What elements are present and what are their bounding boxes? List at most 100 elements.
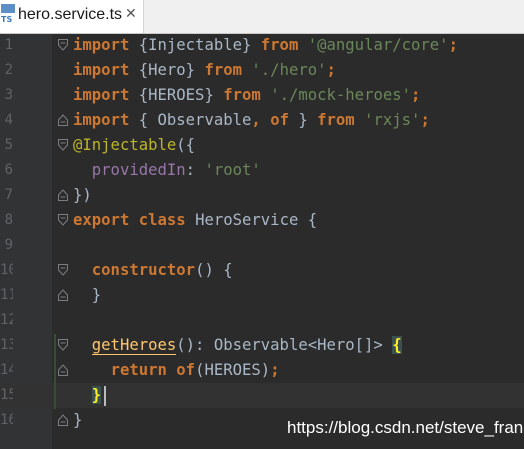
line-number: 3 bbox=[4, 87, 13, 103]
code-line[interactable]: 3 import {HEROES} from './mock-heroes'; bbox=[0, 83, 524, 108]
code-token: : bbox=[185, 161, 205, 179]
fold-open-icon[interactable] bbox=[58, 264, 68, 276]
code-token: 'rxjs' bbox=[364, 111, 421, 129]
code-line[interactable]: 13 getHeroes(): Observable<Hero[]> { bbox=[0, 333, 524, 358]
code-token: of bbox=[270, 111, 289, 129]
code-line[interactable]: 12 bbox=[0, 308, 524, 333]
code-editor[interactable]: 1 import {Injectable} from '@angular/core… bbox=[0, 34, 524, 449]
code-line[interactable]: 7}) bbox=[0, 183, 524, 208]
fold-close-icon[interactable] bbox=[58, 414, 68, 426]
code-line[interactable]: 10 constructor() { bbox=[0, 258, 524, 283]
code-token: import bbox=[73, 61, 130, 79]
change-marker bbox=[54, 334, 56, 409]
fold-close-icon[interactable] bbox=[58, 289, 68, 301]
code-line[interactable]: 14 return of(HEROES); bbox=[0, 358, 524, 383]
code-token: 'root' bbox=[204, 161, 261, 179]
code-token: } bbox=[73, 286, 102, 304]
code-line[interactable]: 11 } bbox=[0, 283, 524, 308]
code-token: ({ bbox=[176, 136, 196, 154]
code-token: from bbox=[204, 61, 243, 79]
code-token: '@angular/core' bbox=[307, 36, 449, 54]
code-token: import bbox=[73, 111, 130, 129]
tab-hero-service[interactable]: TS hero.service.ts ✕ bbox=[0, 0, 144, 33]
code-line[interactable]: 8 export class HeroService { bbox=[0, 208, 524, 233]
code-token: constructor bbox=[91, 261, 196, 279]
code-token: './mock-heroes' bbox=[270, 86, 412, 104]
editor-tab-bar: TS hero.service.ts ✕ bbox=[0, 0, 524, 34]
code-token: './hero' bbox=[251, 61, 327, 79]
code-token: {HEROES} bbox=[129, 86, 224, 104]
line-number: 5 bbox=[4, 137, 13, 153]
line-number: 10 bbox=[0, 262, 13, 278]
code-token: () { bbox=[195, 261, 233, 279]
code-line[interactable]: 15 } bbox=[0, 383, 524, 408]
fold-open-icon[interactable] bbox=[58, 339, 68, 351]
code-token: HeroService { bbox=[185, 211, 318, 229]
code-text: @Injectable({ bbox=[73, 133, 195, 158]
code-token: providedIn bbox=[91, 161, 186, 179]
code-token: { bbox=[392, 336, 402, 354]
code-line[interactable]: 5 @Injectable({ bbox=[0, 133, 524, 158]
code-text: }) bbox=[73, 183, 92, 208]
code-token: ; bbox=[326, 61, 336, 79]
code-text: } bbox=[73, 283, 101, 308]
code-text: } bbox=[73, 383, 102, 408]
code-line[interactable]: 9 bbox=[0, 233, 524, 258]
code-token: , bbox=[251, 111, 261, 129]
line-number: 11 bbox=[0, 287, 13, 303]
fold-open-icon[interactable] bbox=[58, 214, 68, 226]
tab-title: hero.service.ts bbox=[18, 6, 123, 23]
code-line[interactable]: 4 import { Observable, of } from 'rxjs'; bbox=[0, 108, 524, 133]
fold-open-icon[interactable] bbox=[58, 139, 68, 151]
code-token: import bbox=[73, 86, 130, 104]
code-token: return bbox=[110, 361, 167, 379]
code-token: class bbox=[138, 211, 186, 229]
line-number: 6 bbox=[4, 162, 13, 178]
code-token: ; bbox=[420, 111, 430, 129]
line-number: 4 bbox=[4, 112, 13, 128]
code-token: import bbox=[73, 36, 130, 54]
code-token: ; bbox=[411, 86, 421, 104]
fold-close-icon[interactable] bbox=[58, 114, 68, 126]
code-line[interactable]: 1 import {Injectable} from '@angular/core… bbox=[0, 33, 524, 58]
text-caret bbox=[104, 386, 106, 406]
close-icon[interactable]: ✕ bbox=[125, 6, 137, 22]
code-text: export class HeroService { bbox=[73, 208, 317, 233]
fold-close-icon[interactable] bbox=[58, 364, 68, 376]
code-text: providedIn: 'root' bbox=[73, 158, 261, 183]
fold-close-icon[interactable] bbox=[58, 189, 68, 201]
line-number: 8 bbox=[4, 212, 13, 228]
code-token: } bbox=[91, 386, 102, 404]
watermark-text: https://blog.csdn.net/steve_frank bbox=[287, 418, 524, 437]
code-text: import {Hero} from './hero'; bbox=[73, 58, 336, 83]
code-line[interactable]: 6 providedIn: 'root' bbox=[0, 158, 524, 183]
code-text: import { Observable, of } from 'rxjs'; bbox=[73, 108, 430, 133]
code-text: } bbox=[73, 408, 82, 433]
code-token: {Injectable} bbox=[129, 36, 261, 54]
code-token: } bbox=[73, 411, 83, 429]
line-number: 9 bbox=[4, 237, 13, 253]
code-text: return of(HEROES); bbox=[73, 358, 280, 383]
typescript-file-icon: TS bbox=[1, 4, 16, 27]
code-token: ; bbox=[270, 361, 280, 379]
code-line[interactable]: 2 import {Hero} from './hero'; bbox=[0, 58, 524, 83]
line-number: 1 bbox=[4, 37, 13, 53]
code-token: from bbox=[260, 36, 299, 54]
code-token: of bbox=[176, 361, 196, 379]
code-token: (HEROES) bbox=[195, 361, 271, 379]
line-number: 15 bbox=[0, 387, 13, 403]
code-text: import {Injectable} from '@angular/core'… bbox=[73, 33, 458, 58]
fold-open-icon[interactable] bbox=[58, 39, 68, 51]
code-token: getHeroes bbox=[91, 336, 177, 355]
code-token: (): Observable<Hero[]> bbox=[176, 336, 393, 354]
